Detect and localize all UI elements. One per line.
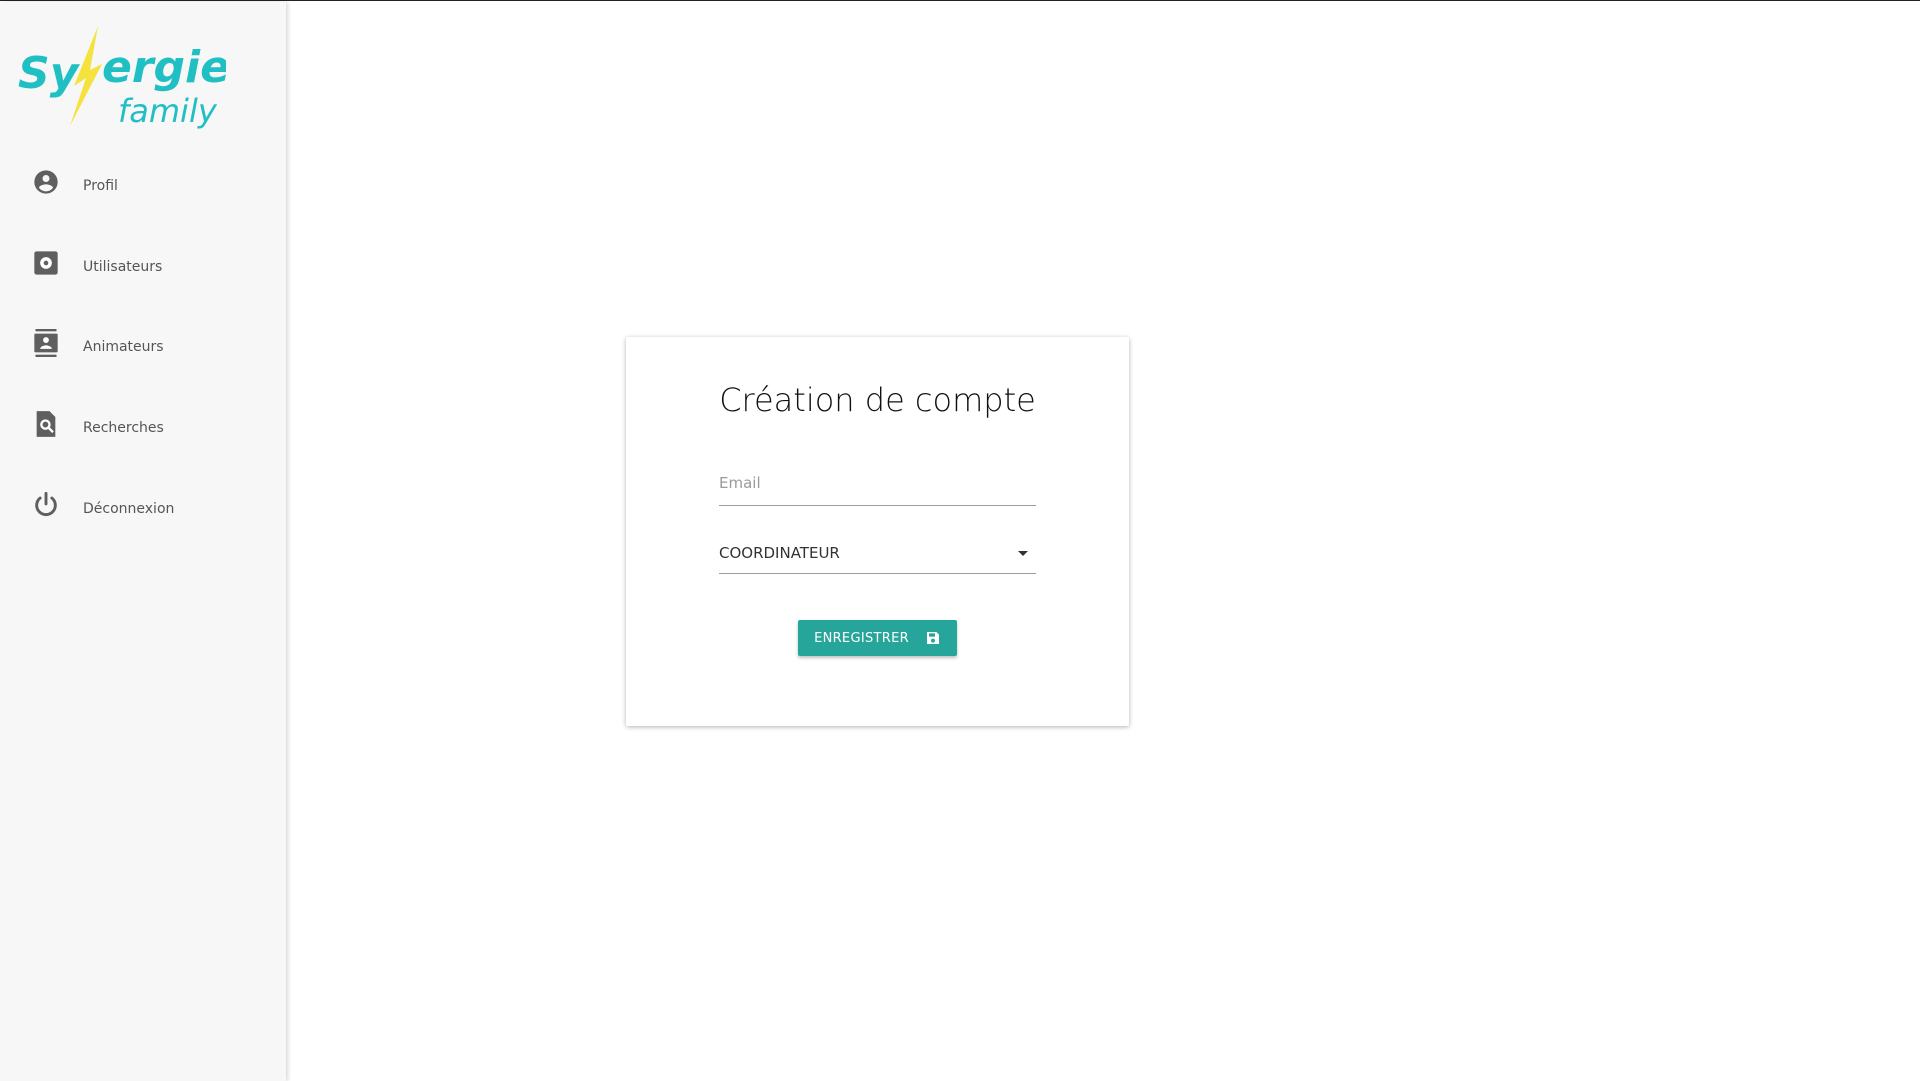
sidebar-item-utilisateurs[interactable]: Utilisateurs bbox=[0, 249, 286, 309]
sidebar-item-label: Animateurs bbox=[83, 339, 164, 355]
sidebar-item-deconnexion[interactable]: Déconnexion bbox=[0, 491, 286, 551]
save-button[interactable]: ENREGISTRER bbox=[798, 620, 957, 656]
svg-text:family: family bbox=[118, 92, 218, 130]
email-field[interactable] bbox=[719, 466, 1036, 506]
sidebar-item-recherches[interactable]: Recherches bbox=[0, 410, 286, 470]
sidebar-item-label: Utilisateurs bbox=[83, 259, 163, 275]
svg-text:ergie: ergie bbox=[102, 42, 226, 93]
page-title: Création de compte bbox=[719, 381, 1036, 419]
email-input[interactable] bbox=[719, 466, 1036, 492]
save-button-label: ENREGISTRER bbox=[814, 630, 909, 646]
sidebar-item-profil[interactable]: Profil bbox=[0, 168, 286, 228]
sidebar-item-label: Profil bbox=[83, 178, 118, 194]
account-creation-card: Création de compte COORDINATEUR ENREGIST… bbox=[626, 337, 1129, 726]
find-in-page-icon bbox=[36, 411, 56, 437]
synergie-family-logo[interactable]: Sy ergie family bbox=[16, 26, 226, 131]
account-circle-icon bbox=[34, 170, 58, 194]
sidebar: Sy ergie family Profil Utilisateurs Anim… bbox=[0, 2, 286, 1081]
settings-box-icon bbox=[34, 251, 58, 275]
power-icon bbox=[35, 491, 57, 516]
role-select[interactable]: COORDINATEUR bbox=[719, 534, 1036, 574]
contacts-icon bbox=[34, 329, 58, 357]
svg-text:Sy: Sy bbox=[18, 48, 81, 99]
save-icon bbox=[926, 632, 939, 644]
sidebar-item-label: Déconnexion bbox=[83, 501, 175, 517]
role-select-value: COORDINATEUR bbox=[719, 544, 840, 562]
chevron-down-icon bbox=[1018, 551, 1028, 556]
sidebar-item-animateurs[interactable]: Animateurs bbox=[0, 329, 286, 389]
sidebar-item-label: Recherches bbox=[83, 420, 164, 436]
